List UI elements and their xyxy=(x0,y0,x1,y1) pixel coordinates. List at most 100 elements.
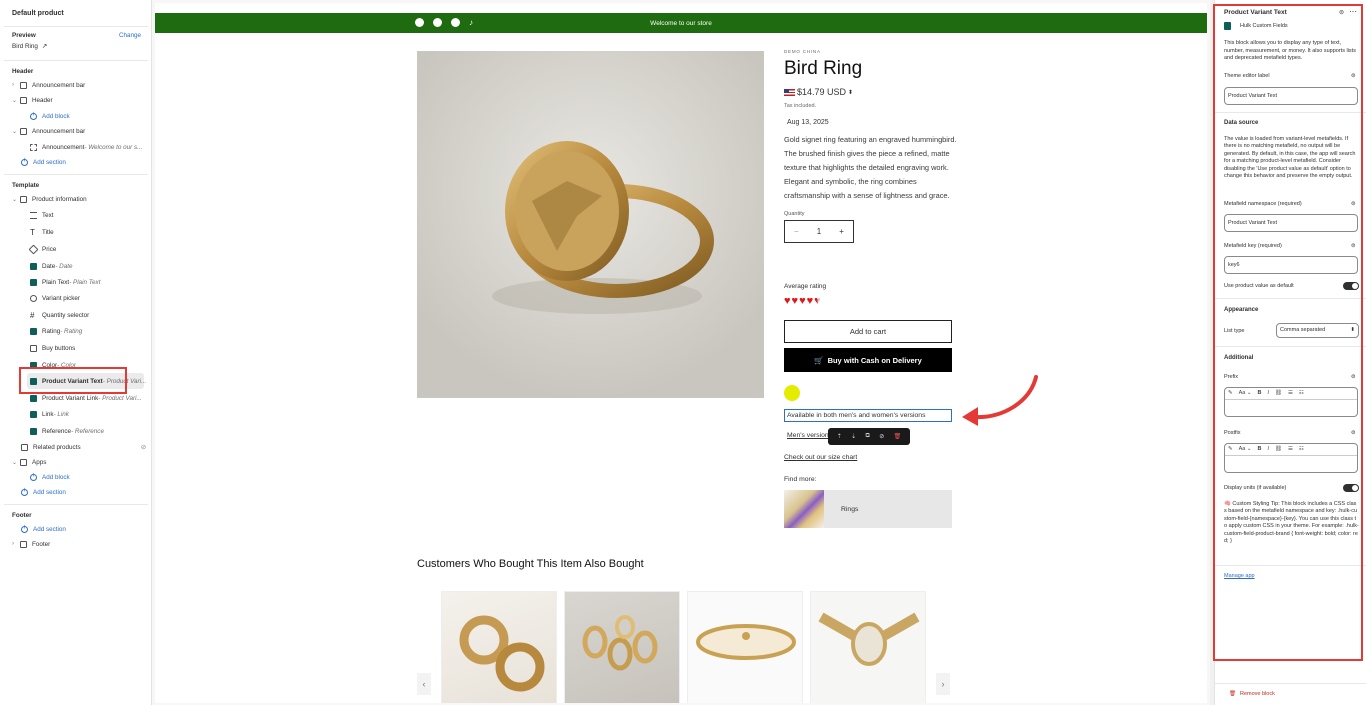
block-rating[interactable]: Rating - Rating xyxy=(30,324,82,338)
size-chart-link[interactable]: Check out our size chart xyxy=(784,454,857,461)
block-settings-panel: Product Variant Text ⊜ ⋯ Hulk Custom Fie… xyxy=(1213,0,1366,705)
variant-picker-icon xyxy=(30,294,37,302)
sidebar-item-footer[interactable]: › Footer xyxy=(12,537,50,551)
buy-buttons-icon xyxy=(30,344,37,352)
chevron-down-icon[interactable]: ⌄ xyxy=(12,128,20,135)
store-preview: ♪ Welcome to our store DEMO CHINA Bird R… xyxy=(155,3,1207,703)
carousel-prev-button[interactable]: ‹ xyxy=(417,673,431,695)
variant-link[interactable]: Men's version xyxy=(787,432,829,439)
related-product-2[interactable] xyxy=(564,591,680,703)
sidebar-item-related-products[interactable]: Related products ⊘ xyxy=(21,440,146,454)
chevron-down-icon[interactable]: ⌄ xyxy=(12,459,20,466)
stacked-rings-image xyxy=(582,615,658,671)
block-product-variant-link[interactable]: Product Variant Link - Product Vari... xyxy=(30,391,142,405)
block-plain-text[interactable]: Plain Text - Plain Text xyxy=(30,275,100,289)
block-text[interactable]: Text xyxy=(30,208,54,222)
block-variant-picker[interactable]: Variant picker xyxy=(30,291,80,305)
header-section-label: Header xyxy=(12,67,34,75)
heart-icon: ♥ xyxy=(814,295,821,307)
section-icon xyxy=(20,540,27,548)
add-section-button-footer[interactable]: Add section xyxy=(21,522,66,536)
highlight-box-right xyxy=(1213,4,1363,661)
price-tag-icon xyxy=(28,244,39,254)
sidebar-item-apps[interactable]: ⌄ Apps xyxy=(12,455,46,469)
quantity-value[interactable]: 1 xyxy=(817,227,821,236)
block-reference[interactable]: Reference - Reference xyxy=(30,424,104,438)
hide-icon[interactable]: ⊘ xyxy=(879,433,884,440)
product-image[interactable] xyxy=(417,51,764,398)
move-down-icon[interactable]: ⇣ xyxy=(851,433,856,440)
preview-product[interactable]: Bird Ring xyxy=(12,43,38,50)
add-block-button-apps[interactable]: Add block xyxy=(30,470,70,484)
sidebar-item-product-information[interactable]: ⌄ Product information xyxy=(12,192,87,206)
heart-icon: ♥ xyxy=(791,295,799,307)
sidebar-title: Default product xyxy=(12,10,64,17)
announcement-text: Welcome to our store xyxy=(650,19,712,27)
related-product-3[interactable] xyxy=(687,591,803,703)
hulk-app-icon xyxy=(30,262,37,270)
heart-icon: ♥ xyxy=(806,295,814,307)
section-icon xyxy=(21,443,28,451)
add-to-cart-button[interactable]: Add to cart xyxy=(784,320,952,343)
color-swatch[interactable] xyxy=(784,385,800,401)
title-icon: T xyxy=(30,227,35,237)
hulk-app-icon xyxy=(30,278,37,286)
chevron-right-icon[interactable]: › xyxy=(12,82,20,88)
add-section-button[interactable]: Add section xyxy=(21,155,66,169)
add-section-button-template[interactable]: Add section xyxy=(21,485,66,499)
block-link[interactable]: Link - Link xyxy=(30,407,69,421)
chevron-down-icon[interactable]: ⌄ xyxy=(12,196,20,203)
add-icon xyxy=(21,157,28,166)
sidebar-item-header[interactable]: ⌄ Header xyxy=(12,93,53,107)
rating-hearts: ♥ ♥ ♥ ♥ ♥ xyxy=(784,295,821,307)
hulk-app-icon xyxy=(30,394,37,402)
sidebar-item-announcement-bar[interactable]: › Announcement bar xyxy=(12,78,85,92)
collection-name: Rings xyxy=(841,505,859,513)
delete-icon[interactable]: 🗑 xyxy=(894,433,902,440)
quantity-plus-button[interactable]: + xyxy=(839,227,844,236)
section-icon xyxy=(20,127,27,135)
add-icon xyxy=(21,524,28,533)
related-product-1[interactable] xyxy=(441,591,557,703)
preview-label: Preview xyxy=(12,32,36,39)
find-more-label: Find more: xyxy=(784,476,817,483)
variant-text-output[interactable]: Available in both men's and women's vers… xyxy=(784,409,952,422)
chevron-right-icon[interactable]: › xyxy=(12,541,20,547)
remove-block-button[interactable]: 🗑 Remove block xyxy=(1229,691,1275,697)
quantity-minus-button[interactable]: − xyxy=(794,227,799,236)
text-icon xyxy=(30,211,37,219)
heart-icon: ♥ xyxy=(799,295,806,307)
change-link[interactable]: Change xyxy=(119,32,141,39)
buy-cod-button[interactable]: 🛒 Buy with Cash on Delivery xyxy=(784,348,952,372)
related-product-4[interactable] xyxy=(810,591,926,703)
sidebar-item-announcement[interactable]: Announcement - Welcome to our s... xyxy=(30,140,142,154)
hidden-eye-icon[interactable]: ⊘ xyxy=(141,444,146,451)
product-title: Bird Ring xyxy=(784,58,863,79)
carousel-next-button[interactable]: › xyxy=(936,673,950,695)
quantity-stepper[interactable]: − 1 + xyxy=(784,220,854,244)
collection-card[interactable]: Rings xyxy=(784,490,952,528)
block-icon xyxy=(30,143,37,151)
chevron-down-icon[interactable]: ⌄ xyxy=(12,97,20,104)
watch-image xyxy=(818,612,920,666)
add-block-button[interactable]: Add block xyxy=(30,109,70,123)
hash-icon: # xyxy=(30,310,35,320)
sidebar-item-announcement-bar-2[interactable]: ⌄ Announcement bar xyxy=(12,124,85,138)
quantity-label: Quantity xyxy=(784,211,805,218)
external-link-icon[interactable]: ↗ xyxy=(42,43,47,50)
annotation-arrow xyxy=(962,375,1038,426)
block-date[interactable]: Date - Date xyxy=(30,259,72,273)
block-title[interactable]: T Title xyxy=(30,225,54,239)
add-icon xyxy=(30,472,37,481)
product-date: Aug 13, 2025 xyxy=(787,119,829,126)
block-price[interactable]: Price xyxy=(28,242,56,256)
move-up-icon[interactable]: ⇡ xyxy=(837,433,842,440)
block-buy-buttons[interactable]: Buy buttons xyxy=(30,341,75,355)
hulk-app-icon xyxy=(30,427,37,435)
block-quantity-selector[interactable]: # Quantity selector xyxy=(30,308,89,322)
hoop-earrings-image xyxy=(459,615,545,692)
product-price[interactable]: $14.79 USD xyxy=(797,87,846,97)
currency-chevron-icon[interactable]: ⬍ xyxy=(848,89,853,96)
duplicate-icon[interactable]: ⧉ xyxy=(866,433,870,440)
add-icon xyxy=(30,111,37,120)
